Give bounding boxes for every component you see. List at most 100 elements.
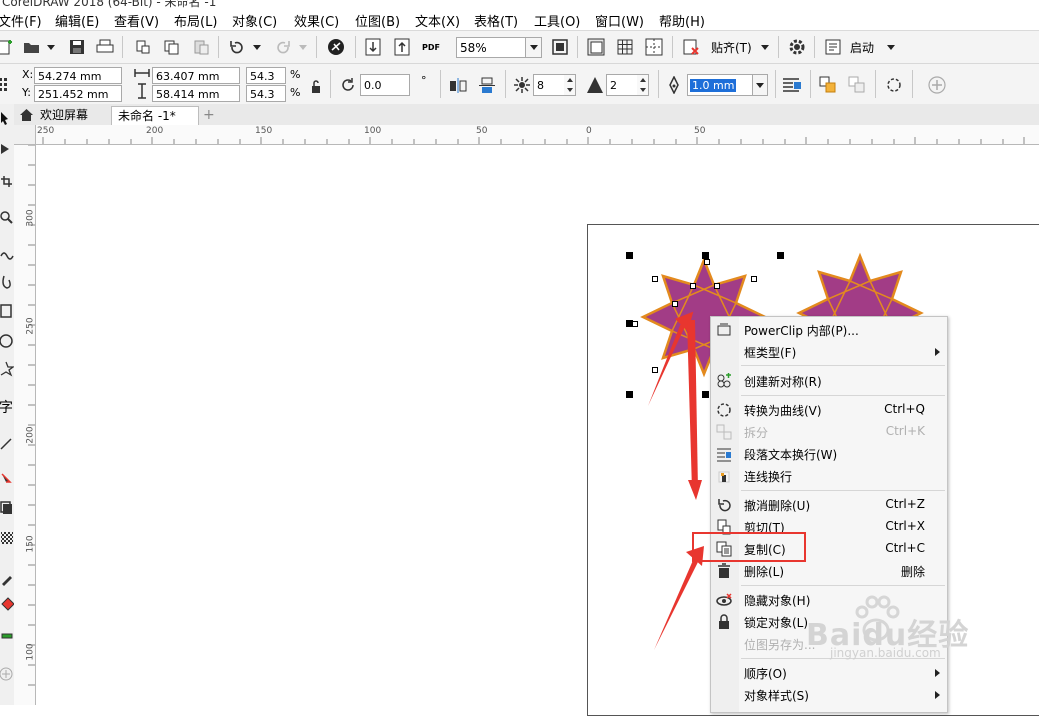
freehand-tool-icon[interactable]: [0, 252, 14, 260]
crop-tool-icon[interactable]: [1, 176, 12, 187]
menu-help[interactable]: 帮助(H): [659, 11, 705, 30]
rotation-angle-field[interactable]: 0.0: [360, 74, 410, 96]
horizontal-ruler[interactable]: 250 200 150 100 50 0 50: [35, 125, 1039, 145]
zoom-level-field[interactable]: 58%: [456, 37, 526, 58]
search-content-icon[interactable]: [325, 36, 347, 58]
selection-handle-top-left[interactable]: [626, 252, 633, 259]
scale-y-field[interactable]: 54.3: [246, 85, 286, 102]
connector-tool-icon[interactable]: [1, 473, 12, 483]
arrange-front-icon[interactable]: [817, 74, 839, 96]
mirror-vertical-icon[interactable]: [476, 74, 498, 96]
snap-off-icon[interactable]: [680, 36, 702, 58]
arrange-back-icon[interactable]: [846, 74, 868, 96]
scale-x-field[interactable]: 54.3: [246, 67, 286, 84]
selection-handle-bottom-left[interactable]: [626, 391, 633, 398]
ruler-origin[interactable]: [14, 125, 36, 145]
outline-width-dropdown[interactable]: [752, 74, 768, 96]
menu-item-convert-to-curves[interactable]: 转换为曲线(V) Ctrl+Q: [711, 399, 947, 421]
text-tool-icon[interactable]: 字: [0, 400, 13, 416]
menu-item-order[interactable]: 顺序(O): [711, 662, 947, 684]
dimension-tool-icon[interactable]: [0, 438, 12, 450]
add-tab-button[interactable]: +: [200, 106, 218, 125]
tab-document[interactable]: 未命名 -1*: [111, 106, 199, 125]
menu-item-break-apart[interactable]: 拆分 Ctrl+K: [711, 421, 947, 443]
menu-window[interactable]: 窗口(W): [595, 11, 644, 30]
full-screen-icon[interactable]: [549, 36, 571, 58]
menu-item-lock-object[interactable]: 锁定对象(L): [711, 611, 947, 633]
y-position-field[interactable]: 251.452 mm: [34, 85, 122, 102]
copy-toolbar-icon[interactable]: [160, 36, 182, 58]
star-points-spinner[interactable]: [564, 74, 576, 96]
zoom-tool-icon[interactable]: [0, 211, 10, 221]
launch-app-icon[interactable]: [822, 36, 844, 58]
shape-node[interactable]: [704, 259, 710, 265]
menu-item-undo-delete[interactable]: 撤消删除(U) Ctrl+Z: [711, 494, 947, 516]
undo-dropdown-arrow[interactable]: [253, 45, 261, 50]
menu-item-hide-object[interactable]: 隐藏对象(H): [711, 589, 947, 611]
lock-ratio-icon[interactable]: [305, 76, 327, 98]
redo-icon[interactable]: [272, 36, 294, 58]
eyedropper-tool-icon[interactable]: [2, 576, 12, 586]
menu-item-wrap-paragraph-text[interactable]: 段落文本换行(W): [711, 443, 947, 465]
menu-text[interactable]: 文本(X): [415, 11, 460, 30]
object-origin-icon[interactable]: [0, 73, 16, 95]
interactive-fill-icon[interactable]: [1, 597, 14, 611]
menu-table[interactable]: 表格(T): [474, 11, 518, 30]
selection-handle-top[interactable]: [702, 252, 709, 259]
print-icon[interactable]: [94, 36, 116, 58]
rectangle-tool-icon[interactable]: [0, 304, 12, 318]
star-sharpness-field[interactable]: 2: [606, 74, 638, 96]
pick-tool-icon[interactable]: [1, 112, 8, 125]
star-points-field[interactable]: 8: [533, 74, 565, 96]
launch-dropdown-arrow[interactable]: [887, 45, 895, 50]
publish-pdf-icon[interactable]: PDF: [420, 36, 442, 58]
menu-bitmap[interactable]: 位图(B): [355, 11, 400, 30]
save-icon[interactable]: [66, 36, 88, 58]
shape-tool-icon[interactable]: [1, 144, 9, 154]
text-wrap-toolbar-icon[interactable]: [781, 74, 803, 96]
vertical-ruler[interactable]: 300 250 200 150 100: [14, 125, 36, 705]
launch-label[interactable]: 启动: [850, 39, 874, 56]
star-sharpness-spinner[interactable]: [637, 74, 649, 96]
menu-item-connector-wrap[interactable]: 连线换行: [711, 465, 947, 487]
shape-node[interactable]: [714, 283, 720, 289]
width-field[interactable]: 63.407 mm: [152, 67, 240, 84]
transparency-tool-icon[interactable]: [1, 532, 13, 544]
shape-node[interactable]: [690, 283, 696, 289]
zoom-dropdown[interactable]: [525, 37, 542, 58]
menu-object[interactable]: 对象(C): [232, 11, 277, 30]
ellipse-tool-icon[interactable]: [0, 334, 13, 348]
open-folder-icon[interactable]: [21, 36, 43, 58]
polygon-tool-icon[interactable]: [0, 361, 14, 377]
menu-item-frame-type[interactable]: 框类型(F): [711, 341, 947, 363]
convert-curves-toolbar-icon[interactable]: [883, 74, 905, 96]
paste-icon[interactable]: [190, 36, 212, 58]
smart-fill-icon[interactable]: [1, 633, 13, 639]
open-dropdown-arrow[interactable]: [47, 45, 55, 50]
menu-item-save-bitmap-as[interactable]: 位图另存为...: [711, 633, 947, 655]
menu-item-new-symmetry[interactable]: 创建新对称(R): [711, 370, 947, 392]
outline-width-field[interactable]: 1.0 mm: [687, 74, 753, 96]
height-field[interactable]: 58.414 mm: [152, 85, 240, 102]
menu-effects[interactable]: 效果(C): [294, 11, 339, 30]
import-cut-icon[interactable]: [132, 36, 154, 58]
shape-node[interactable]: [751, 276, 757, 282]
artistic-media-icon[interactable]: [2, 275, 11, 289]
menu-tools[interactable]: 工具(O): [534, 11, 580, 30]
show-grid-icon[interactable]: [614, 36, 636, 58]
snap-dropdown-arrow[interactable]: [761, 45, 769, 50]
tab-welcome-screen[interactable]: 欢迎屏幕: [16, 106, 112, 125]
show-rulers-icon[interactable]: [585, 36, 607, 58]
undo-icon[interactable]: [226, 36, 248, 58]
snap-to-label[interactable]: 贴齐(T): [711, 39, 752, 56]
menu-item-powerclip[interactable]: PowerClip 内部(P)...: [711, 319, 947, 341]
menu-edit[interactable]: 编辑(E): [55, 11, 99, 30]
add-preset-icon[interactable]: [926, 74, 948, 96]
new-document-icon[interactable]: [0, 36, 16, 58]
export-icon[interactable]: [391, 36, 413, 58]
mirror-horizontal-icon[interactable]: [447, 74, 469, 96]
import-icon[interactable]: [362, 36, 384, 58]
redo-dropdown-arrow[interactable]: [299, 45, 307, 50]
menu-layout[interactable]: 布局(L): [174, 11, 217, 30]
menu-item-object-styles[interactable]: 对象样式(S): [711, 684, 947, 706]
